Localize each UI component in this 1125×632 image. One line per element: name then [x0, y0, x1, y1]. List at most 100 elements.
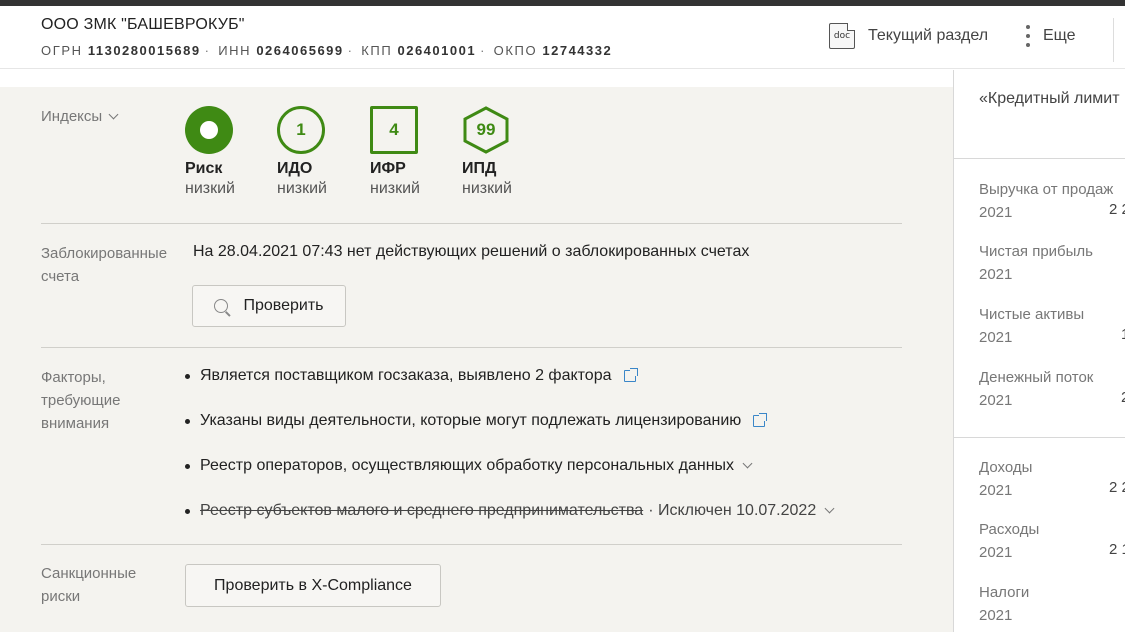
- doc-icon: doc: [829, 23, 855, 49]
- panel-divider: [954, 437, 1125, 438]
- company-header: ООО ЗМК "БАШЕВРОКУБ" ОГРН 1130280015689 ·…: [0, 6, 1125, 69]
- index-title: Риск: [185, 160, 223, 177]
- metric-year: 2021: [979, 544, 1013, 561]
- check-button-label: Проверить: [243, 297, 324, 314]
- metric-year: 2021: [979, 329, 1013, 346]
- index-title: ИДО: [277, 160, 313, 177]
- section-divider: [41, 544, 902, 545]
- section-divider: [41, 347, 902, 348]
- index-title: ИФР: [370, 160, 406, 177]
- index-level: низкий: [462, 180, 512, 197]
- right-panel: «Кредитный лимит Выручка от продаж 2021 …: [953, 70, 1125, 632]
- company-name: ООО ЗМК "БАШЕВРОКУБ": [41, 16, 245, 33]
- factor-item-sme-registry[interactable]: Реестр субъектов малого и среднего предп…: [185, 502, 835, 520]
- company-requisites: ОГРН 1130280015689 · ИНН 0264065699 · КПП …: [41, 43, 613, 58]
- metric-expenses: Расходы 2021: [979, 518, 1039, 564]
- metric-value: 2: [1121, 389, 1125, 406]
- blocked-accounts-label: Заблокированные счета: [41, 242, 167, 288]
- index-ido[interactable]: 1 ИДО низкий: [277, 106, 357, 198]
- metric-label: Доходы: [979, 459, 1033, 476]
- metric-net-profit: Чистая прибыль 2021: [979, 240, 1093, 286]
- factor-text: Указаны виды деятельности, которые могут…: [200, 412, 742, 429]
- gap-strip: [0, 70, 953, 87]
- current-section-label: Текущий раздел: [868, 27, 989, 44]
- more-dots-icon: [1023, 23, 1033, 49]
- credit-limit-title[interactable]: «Кредитный лимит: [979, 90, 1120, 108]
- check-blocked-button[interactable]: Проверить: [192, 285, 346, 327]
- factor-item-licensing[interactable]: Указаны виды деятельности, которые могут…: [185, 412, 768, 430]
- blocked-label-line1: Заблокированные: [41, 245, 168, 262]
- okpo-label: ОКПО: [493, 43, 538, 58]
- index-circle-badge: 1: [277, 106, 325, 154]
- blocked-label-line2: счета: [41, 268, 80, 285]
- metric-value: 2 2: [1109, 479, 1125, 496]
- factors-label-line3: внимания: [41, 415, 110, 432]
- chevron-down-icon: [108, 109, 119, 120]
- metric-year: 2021: [979, 482, 1013, 499]
- factors-label-line1: Факторы,: [41, 369, 106, 386]
- factor-excluded-note: · Исключен 10.07.2022: [648, 502, 817, 519]
- current-section-button[interactable]: doc Текущий раздел: [829, 23, 988, 49]
- factor-text: Реестр субъектов малого и среднего предп…: [200, 502, 644, 519]
- metric-label: Выручка от продаж: [979, 181, 1114, 198]
- external-link-icon[interactable]: [753, 413, 768, 427]
- index-level: низкий: [185, 180, 235, 197]
- sanctions-label: Санкционные риски: [41, 562, 136, 608]
- metric-value: 2 1: [1109, 541, 1125, 558]
- metric-label: Денежный поток: [979, 369, 1094, 386]
- chevron-down-icon[interactable]: [742, 458, 753, 469]
- factor-text: Реестр операторов, осуществляющих обрабо…: [200, 457, 735, 474]
- panel-divider: [954, 158, 1125, 159]
- section-divider: [41, 223, 902, 224]
- factor-item-personal-data[interactable]: Реестр операторов, осуществляющих обрабо…: [185, 457, 753, 475]
- indices-toggle[interactable]: Индексы: [41, 105, 119, 128]
- index-ipd[interactable]: 99 ИПД низкий: [462, 106, 542, 198]
- metric-label: Чистые активы: [979, 306, 1085, 323]
- ogrn-value: 1130280015689: [87, 43, 201, 58]
- inn-value: 0264065699: [256, 43, 344, 58]
- index-ifr[interactable]: 4 ИФР низкий: [370, 106, 450, 198]
- okpo-value: 12744332: [542, 43, 613, 58]
- external-link-icon[interactable]: [623, 368, 638, 382]
- factors-label-line2: требующие: [41, 392, 121, 409]
- sanctions-label-line2: риски: [41, 588, 81, 605]
- ogrn-label: ОГРН: [41, 43, 83, 58]
- metric-value: 1: [1121, 326, 1125, 343]
- metric-value: 2 2: [1109, 201, 1125, 218]
- metric-cash-flow: Денежный поток 2021: [979, 366, 1093, 412]
- kpp-value: 026401001: [397, 43, 477, 58]
- metric-label: Налоги: [979, 584, 1030, 601]
- metric-revenue: Выручка от продаж 2021: [979, 178, 1113, 224]
- index-hexagon-badge: 99: [462, 106, 510, 154]
- index-title: ИПД: [462, 160, 497, 177]
- metric-taxes: Налоги 2021: [979, 581, 1029, 627]
- factors-label: Факторы, требующие внимания: [41, 366, 120, 435]
- metric-income: Доходы 2021: [979, 456, 1032, 502]
- risk-donut-icon: [185, 106, 233, 154]
- inn-label: ИНН: [218, 43, 252, 58]
- metric-label: Чистая прибыль: [979, 243, 1093, 260]
- factor-item-gov-supplier[interactable]: Является поставщиком госзаказа, выявлено…: [185, 367, 638, 385]
- metric-year: 2021: [979, 392, 1013, 409]
- more-button[interactable]: Еще: [1023, 23, 1076, 49]
- metric-year: 2021: [979, 266, 1013, 283]
- factor-text: Является поставщиком госзаказа, выявлено…: [200, 367, 612, 384]
- chevron-down-icon[interactable]: [824, 503, 835, 514]
- indices-label: Индексы: [41, 108, 103, 125]
- metric-net-assets: Чистые активы 2021: [979, 303, 1084, 349]
- index-risk[interactable]: Риск низкий: [185, 106, 265, 198]
- index-hexagon-value: 99: [476, 120, 496, 139]
- check-xcompliance-button[interactable]: Проверить в X-Compliance: [185, 564, 441, 607]
- header-divider: [1113, 18, 1114, 62]
- index-level: низкий: [370, 180, 420, 197]
- index-level: низкий: [277, 180, 327, 197]
- metric-year: 2021: [979, 607, 1013, 624]
- more-label: Еще: [1043, 27, 1076, 44]
- index-square-badge: 4: [370, 106, 418, 154]
- search-icon: [214, 299, 229, 313]
- metric-label: Расходы: [979, 521, 1040, 538]
- kpp-label: КПП: [361, 43, 393, 58]
- main-content: Индексы Риск низкий 1 ИДО низкий 4 ИФР н…: [0, 87, 953, 632]
- sanctions-label-line1: Санкционные: [41, 565, 137, 582]
- metric-year: 2021: [979, 204, 1013, 221]
